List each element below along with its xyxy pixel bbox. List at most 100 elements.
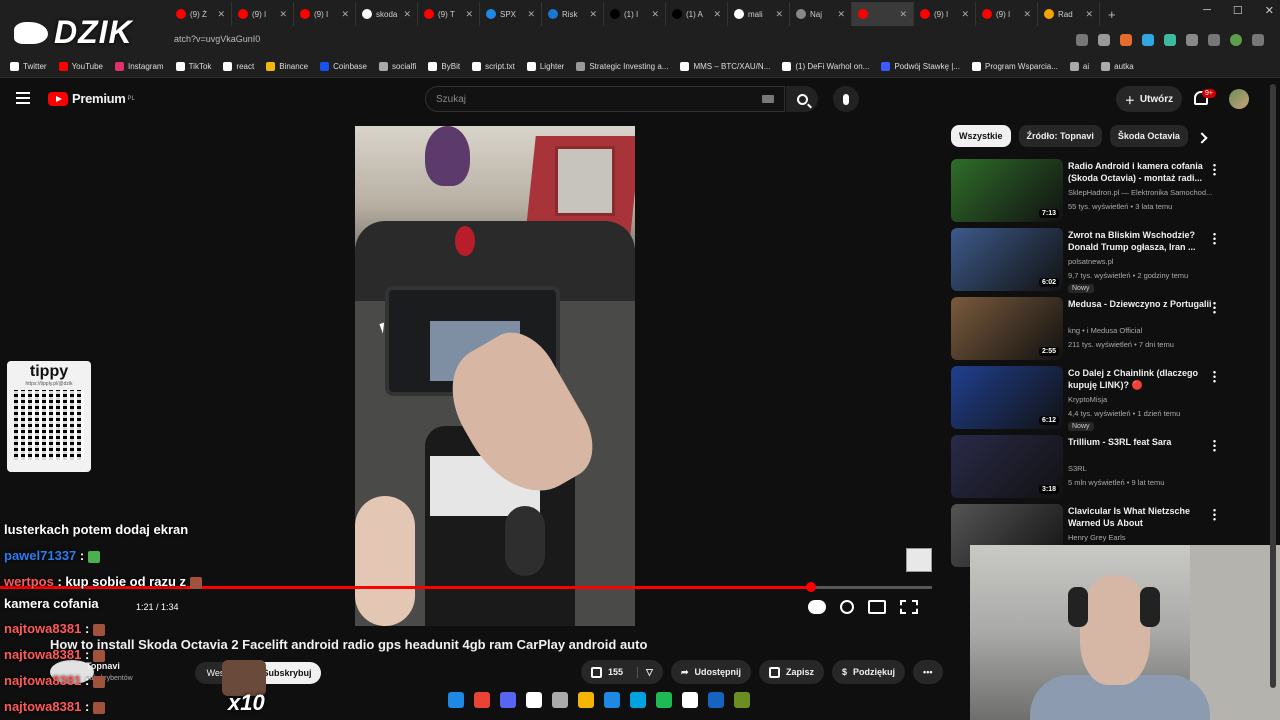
recommendation-channel[interactable]: KryptoMisja [1068, 395, 1218, 404]
tab-close-icon[interactable]: ✕ [527, 9, 535, 20]
more-vert-icon[interactable] [1213, 232, 1216, 245]
browser-tab[interactable]: ✕ [852, 2, 914, 26]
taskbar-app-icon[interactable] [682, 692, 698, 708]
browser-tab[interactable]: (1) A ✕ [666, 2, 728, 26]
bookmark-item[interactable]: MMS – BTC/XAU/N... [676, 62, 774, 71]
youtube-logo[interactable]: Premium PL [48, 91, 135, 106]
more-vert-icon[interactable] [1213, 439, 1216, 452]
tab-close-icon[interactable]: ✕ [961, 9, 969, 20]
fullscreen-icon[interactable] [900, 600, 918, 614]
recommendation-item[interactable]: 7:13 Radio Android i kamera cofania (Skod… [951, 159, 1221, 223]
profile-icon[interactable] [1230, 34, 1242, 46]
taskbar-app-icon[interactable] [630, 692, 646, 708]
create-button[interactable]: ＋ Utwórz [1116, 86, 1182, 112]
new-tab-icon[interactable]: + [1108, 7, 1116, 22]
taskbar-app-icon[interactable] [734, 692, 750, 708]
menu-icon[interactable] [16, 92, 30, 104]
browser-tab[interactable]: Risk ✕ [542, 2, 604, 26]
search-button[interactable] [786, 86, 818, 112]
tab-close-icon[interactable]: ✕ [713, 9, 721, 20]
bookmark-item[interactable]: autka [1097, 62, 1138, 71]
thanks-button[interactable]: $ Podziękuj [832, 660, 906, 684]
browser-tab[interactable]: (9) I ✕ [232, 2, 294, 26]
url-text[interactable]: atch?v=uvgVkaGunI0 [174, 34, 260, 44]
maximize-icon[interactable]: ☐ [1233, 4, 1243, 17]
browser-tab[interactable]: skoda ✕ [356, 2, 418, 26]
taskbar-app-icon[interactable] [448, 692, 464, 708]
bookmark-item[interactable]: script.txt [468, 62, 519, 71]
bookmark-item[interactable]: Podwój Stawkę |... [877, 62, 964, 71]
media-icon[interactable] [1208, 34, 1220, 46]
recommendation-title[interactable]: Clavicular Is What Nietzsche Warned Us A… [1068, 505, 1218, 529]
recommendation-channel[interactable]: SklepHadron.pl — Elektronika Samochod... [1068, 188, 1218, 197]
browser-tab[interactable]: Naj ✕ [790, 2, 852, 26]
bookmark-item[interactable]: (1) DeFi Warhol on... [778, 62, 873, 71]
tab-close-icon[interactable]: ✕ [589, 9, 597, 20]
tab-close-icon[interactable]: ✕ [1023, 9, 1031, 20]
tab-close-icon[interactable]: ✕ [465, 9, 473, 20]
scrollbar[interactable] [1270, 84, 1276, 688]
video-thumbnail[interactable]: 6:12 [951, 366, 1063, 429]
avatar[interactable] [1229, 89, 1249, 109]
tab-close-icon[interactable]: ✕ [775, 9, 783, 20]
video-player[interactable] [355, 126, 635, 626]
bookmark-item[interactable]: Twitter [6, 62, 51, 71]
tab-close-icon[interactable]: ✕ [1085, 9, 1093, 20]
taskbar-app-icon[interactable] [526, 692, 542, 708]
minimize-icon[interactable]: ─ [1203, 4, 1211, 17]
recommendation-title[interactable]: Zwrot na Bliskim Wschodzie? Donald Trump… [1068, 229, 1218, 253]
autoplay-toggle[interactable] [808, 600, 826, 614]
bookmark-item[interactable]: TikTok [172, 62, 216, 71]
recommendation-channel[interactable]: Henry Grey Earls [1068, 533, 1218, 542]
recommendation-channel[interactable]: polsatnews.pl [1068, 257, 1218, 266]
chevron-right-icon[interactable] [1196, 132, 1208, 144]
taskbar-app-icon[interactable] [578, 692, 594, 708]
bookmark-item[interactable]: Coinbase [316, 62, 371, 71]
bookmark-item[interactable]: react [219, 62, 258, 71]
browser-tab[interactable]: (1) I ✕ [604, 2, 666, 26]
tab-close-icon[interactable]: ✕ [837, 9, 845, 20]
recommendation-channel[interactable]: S3RL [1068, 464, 1218, 473]
bookmark-item[interactable]: Binance [262, 62, 312, 71]
more-button[interactable]: ••• [913, 660, 943, 684]
save-button[interactable]: Zapisz [759, 660, 825, 684]
filter-chip[interactable]: Wszystkie [951, 125, 1011, 147]
more-vert-icon[interactable] [1213, 163, 1216, 176]
video-thumbnail[interactable]: 3:18 [951, 435, 1063, 498]
browser-tab[interactable]: (9) T ✕ [418, 2, 480, 26]
more-vert-icon[interactable] [1213, 370, 1216, 383]
bookmark-item[interactable]: ByBit [424, 62, 464, 71]
browser-tab[interactable]: (9) Ż ✕ [170, 2, 232, 26]
taskbar-app-icon[interactable] [474, 692, 490, 708]
theater-icon[interactable] [868, 600, 886, 614]
search-input[interactable]: Szukaj [425, 86, 785, 112]
thumbs-down-icon[interactable]: ▽ [637, 666, 653, 678]
recommendation-item[interactable]: 3:18 Trillium - S3RL feat Sara S3RL 5 mln w… [951, 435, 1221, 499]
tab-close-icon[interactable]: ✕ [651, 9, 659, 20]
extension-icon[interactable] [1120, 34, 1132, 46]
bookmark-item[interactable]: Program Wsparcia... [968, 62, 1062, 71]
channel-name[interactable]: Topnavi [86, 661, 120, 671]
recommendation-item[interactable]: 6:12 Co Dalej z Chainlink (dlaczego kupuj… [951, 366, 1221, 431]
tab-close-icon[interactable]: ✕ [279, 9, 287, 20]
browser-tab[interactable]: SPX ✕ [480, 2, 542, 26]
taskbar-app-icon[interactable] [552, 692, 568, 708]
extension-icon[interactable] [1142, 34, 1154, 46]
video-thumbnail[interactable]: 7:13 [951, 159, 1063, 222]
recommendation-title[interactable]: Medusa - Dziewczyno z Portugalii [1068, 298, 1218, 310]
video-thumbnail[interactable]: 6:02 [951, 228, 1063, 291]
tab-close-icon[interactable]: ✕ [217, 9, 225, 20]
channel-watermark[interactable] [906, 548, 932, 572]
keyboard-icon[interactable] [762, 95, 774, 103]
taskbar-app-icon[interactable] [656, 692, 672, 708]
recommendation-title[interactable]: Co Dalej z Chainlink (dlaczego kupuję LI… [1068, 367, 1218, 391]
address-bar[interactable]: atch?v=uvgVkaGunI0 [0, 28, 1280, 56]
close-icon[interactable]: ✕ [1265, 4, 1274, 17]
tab-close-icon[interactable]: ✕ [899, 9, 907, 20]
taskbar-app-icon[interactable] [500, 692, 516, 708]
tab-close-icon[interactable]: ✕ [341, 9, 349, 20]
cast-icon[interactable] [1076, 34, 1088, 46]
bookmark-item[interactable]: YouTube [55, 62, 107, 71]
more-vert-icon[interactable] [1213, 301, 1216, 314]
browser-tab[interactable]: (9) I ✕ [976, 2, 1038, 26]
